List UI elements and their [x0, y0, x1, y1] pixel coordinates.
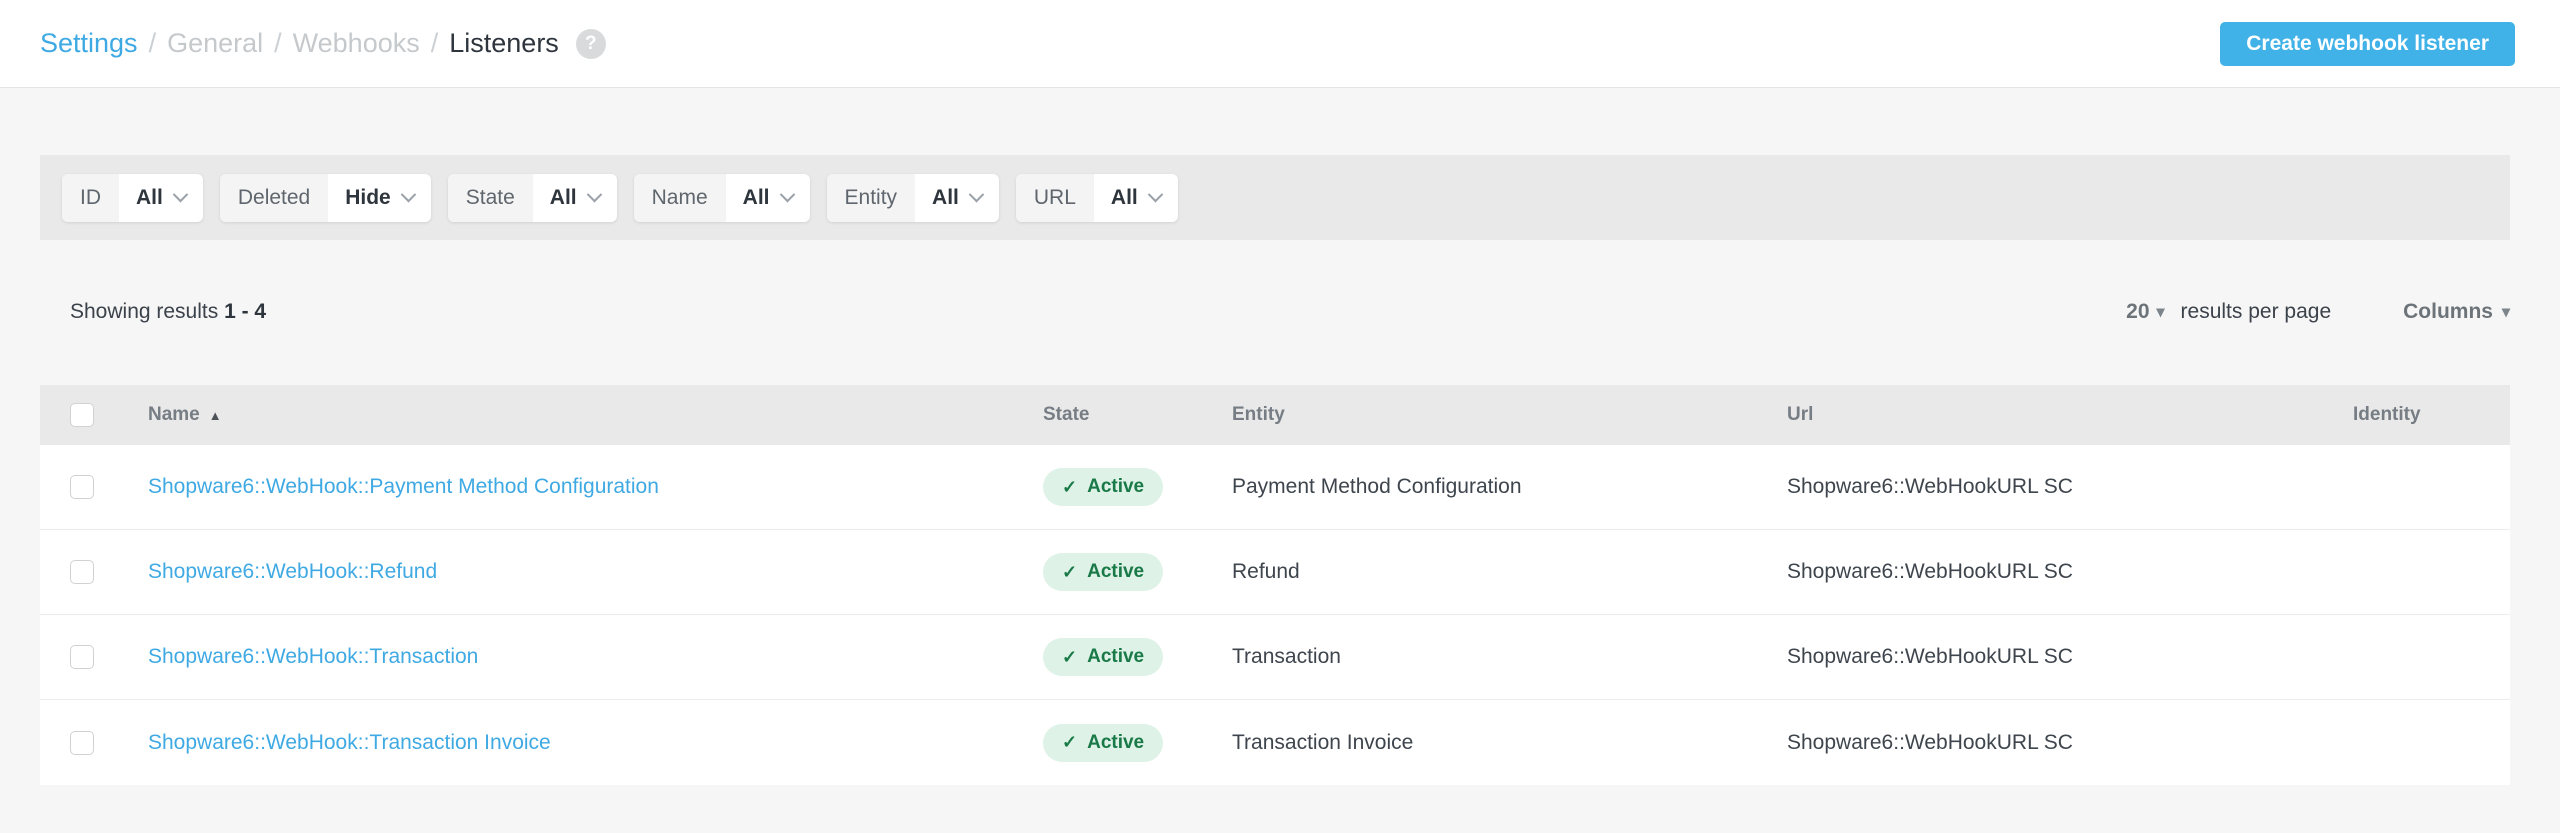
column-header-name[interactable]: Name ▲	[148, 404, 1043, 426]
filter-deleted[interactable]: Deleted Hide	[220, 174, 431, 222]
breadcrumb-general[interactable]: General	[167, 28, 263, 59]
create-webhook-listener-button[interactable]: Create webhook listener	[2220, 22, 2515, 66]
breadcrumb-separator: /	[149, 28, 157, 59]
filter-bar: ID All Deleted Hide State All Name All E…	[40, 155, 2510, 240]
filter-value: All	[1111, 186, 1138, 210]
table-row: Shopware6::WebHook::Transaction Invoice …	[40, 700, 2510, 785]
columns-label: Columns	[2403, 300, 2493, 324]
breadcrumb-settings[interactable]: Settings	[40, 28, 138, 59]
chevron-down-icon	[969, 187, 985, 203]
chevron-down-icon	[779, 187, 795, 203]
filter-label: State	[448, 174, 533, 222]
check-icon: ✓	[1062, 647, 1077, 668]
entity-cell: Payment Method Configuration	[1232, 475, 1787, 499]
table-header: Name ▲ State Entity Url Identity	[40, 385, 2510, 445]
results-count: Showing results 1 - 4	[40, 300, 266, 324]
breadcrumb-separator: /	[274, 28, 282, 59]
status-label: Active	[1087, 476, 1144, 498]
chevron-down-icon	[1147, 187, 1163, 203]
sort-asc-icon: ▲	[209, 408, 222, 423]
caret-down-icon: ▾	[2157, 302, 2165, 322]
per-page-select[interactable]: 20 ▾	[2126, 300, 2164, 324]
breadcrumb-webhooks[interactable]: Webhooks	[293, 28, 420, 59]
status-label: Active	[1087, 561, 1144, 583]
filter-id[interactable]: ID All	[62, 174, 203, 222]
page-content: ID All Deleted Hide State All Name All E…	[40, 155, 2510, 785]
status-label: Active	[1087, 646, 1144, 668]
breadcrumb-listeners: Listeners	[449, 28, 559, 59]
url-cell: Shopware6::WebHookURL SC	[1787, 645, 2353, 669]
filter-value: All	[136, 186, 163, 210]
select-all-checkbox[interactable]	[70, 403, 94, 427]
filter-label: URL	[1016, 174, 1094, 222]
url-cell: Shopware6::WebHookURL SC	[1787, 475, 2353, 499]
filter-state[interactable]: State All	[448, 174, 617, 222]
per-page-label: results per page	[2181, 300, 2332, 324]
filter-label: Deleted	[220, 174, 328, 222]
results-count-range: 1 - 4	[224, 300, 266, 323]
results-count-label: Showing results	[70, 300, 218, 323]
table-row: Shopware6::WebHook::Refund ✓ Active Refu…	[40, 530, 2510, 615]
entity-cell: Transaction Invoice	[1232, 731, 1787, 755]
status-label: Active	[1087, 732, 1144, 754]
check-icon: ✓	[1062, 477, 1077, 498]
breadcrumb-separator: /	[431, 28, 439, 59]
listener-name-link[interactable]: Shopware6::WebHook::Transaction Invoice	[148, 731, 551, 754]
filter-name[interactable]: Name All	[634, 174, 810, 222]
check-icon: ✓	[1062, 732, 1077, 753]
row-checkbox[interactable]	[70, 731, 94, 755]
column-header-state[interactable]: State	[1043, 404, 1232, 426]
status-badge: ✓ Active	[1043, 724, 1163, 762]
column-header-url[interactable]: Url	[1787, 404, 2353, 426]
table-row: Shopware6::WebHook::Transaction ✓ Active…	[40, 615, 2510, 700]
caret-down-icon: ▾	[2502, 302, 2510, 322]
filter-label: Entity	[827, 174, 916, 222]
status-badge: ✓ Active	[1043, 638, 1163, 676]
entity-cell: Transaction	[1232, 645, 1787, 669]
listener-name-link[interactable]: Shopware6::WebHook::Refund	[148, 560, 437, 583]
results-bar: Showing results 1 - 4 20 ▾ results per p…	[40, 295, 2510, 329]
chevron-down-icon	[173, 187, 189, 203]
filter-value: Hide	[345, 186, 391, 210]
filter-label: Name	[634, 174, 726, 222]
columns-button[interactable]: Columns ▾	[2403, 300, 2510, 324]
breadcrumb: Settings / General / Webhooks / Listener…	[40, 28, 606, 59]
listener-name-link[interactable]: Shopware6::WebHook::Payment Method Confi…	[148, 475, 659, 498]
filter-value: All	[932, 186, 959, 210]
column-header-entity[interactable]: Entity	[1232, 404, 1787, 426]
filter-value: All	[550, 186, 577, 210]
per-page-value: 20	[2126, 300, 2149, 324]
entity-cell: Refund	[1232, 560, 1787, 584]
chevron-down-icon	[400, 187, 416, 203]
filter-label: ID	[62, 174, 119, 222]
table-row: Shopware6::WebHook::Payment Method Confi…	[40, 445, 2510, 530]
url-cell: Shopware6::WebHookURL SC	[1787, 731, 2353, 755]
row-checkbox[interactable]	[70, 475, 94, 499]
status-badge: ✓ Active	[1043, 553, 1163, 591]
url-cell: Shopware6::WebHookURL SC	[1787, 560, 2353, 584]
help-icon[interactable]: ?	[576, 29, 606, 59]
top-bar: Settings / General / Webhooks / Listener…	[0, 0, 2560, 88]
filter-entity[interactable]: Entity All	[827, 174, 999, 222]
filter-url[interactable]: URL All	[1016, 174, 1178, 222]
status-badge: ✓ Active	[1043, 468, 1163, 506]
chevron-down-icon	[586, 187, 602, 203]
check-icon: ✓	[1062, 562, 1077, 583]
table-body: Shopware6::WebHook::Payment Method Confi…	[40, 445, 2510, 785]
row-checkbox[interactable]	[70, 645, 94, 669]
column-header-identity[interactable]: Identity	[2353, 404, 2510, 426]
listeners-table: Name ▲ State Entity Url Identity Shopwar…	[40, 385, 2510, 785]
listener-name-link[interactable]: Shopware6::WebHook::Transaction	[148, 645, 478, 668]
filter-value: All	[743, 186, 770, 210]
column-header-label: Name	[148, 404, 200, 426]
row-checkbox[interactable]	[70, 560, 94, 584]
